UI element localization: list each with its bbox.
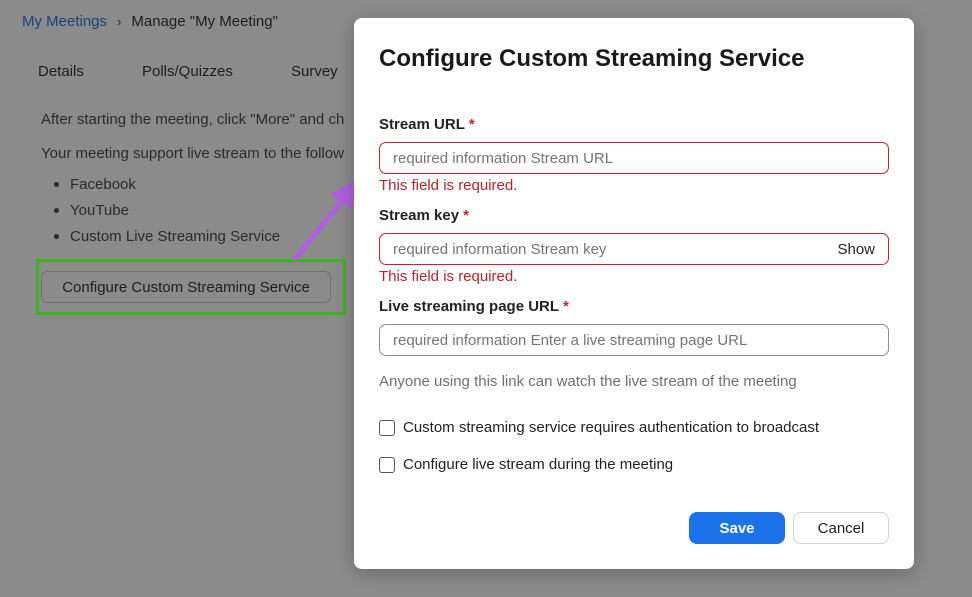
- tab-polls-quizzes[interactable]: Polls/Quizzes: [142, 63, 291, 80]
- streaming-services-list: Facebook YouTube Custom Live Streaming S…: [54, 171, 280, 249]
- configure-custom-streaming-button[interactable]: Configure Custom Streaming Service: [41, 271, 331, 303]
- breadcrumb: My Meetings › Manage "My Meeting": [22, 13, 278, 30]
- stream-key-label: Stream key *: [379, 207, 469, 224]
- instruction-text: After starting the meeting, click "More"…: [41, 111, 345, 128]
- auth-checkbox-row[interactable]: Custom streaming service requires authen…: [379, 419, 819, 436]
- tab-bar: Details Polls/Quizzes Survey: [38, 63, 338, 80]
- page-url-hint: Anyone using this link can watch the liv…: [379, 373, 797, 390]
- page-url-placeholder: required information Enter a live stream…: [393, 331, 748, 349]
- save-button[interactable]: Save: [689, 512, 785, 544]
- tab-survey[interactable]: Survey: [291, 63, 338, 80]
- required-asterisk: *: [468, 116, 475, 133]
- required-asterisk: *: [563, 298, 569, 315]
- list-item: YouTube: [54, 197, 280, 223]
- page-url-label: Live streaming page URL *: [379, 298, 569, 315]
- breadcrumb-separator-icon: ›: [117, 14, 122, 29]
- breadcrumb-current: Manage "My Meeting": [131, 13, 278, 30]
- list-item: Facebook: [54, 171, 280, 197]
- stream-key-placeholder: required information Stream key: [393, 240, 607, 258]
- auth-checkbox[interactable]: [379, 419, 395, 436]
- stream-url-input[interactable]: required information Stream URL: [379, 142, 889, 174]
- stream-url-error: This field is required.: [379, 177, 518, 194]
- page-url-input[interactable]: required information Enter a live stream…: [379, 324, 889, 356]
- configure-during-meeting-label: Configure live stream during the meeting: [403, 456, 674, 473]
- dialog-title: Configure Custom Streaming Service: [379, 45, 805, 72]
- configure-during-meeting-row[interactable]: Configure live stream during the meeting: [379, 456, 673, 473]
- stream-key-input[interactable]: required information Stream key Show: [379, 233, 889, 265]
- required-asterisk: *: [463, 207, 469, 224]
- cancel-button[interactable]: Cancel: [793, 512, 889, 544]
- auth-checkbox-label: Custom streaming service requires authen…: [403, 419, 820, 436]
- configure-streaming-dialog: Configure Custom Streaming Service Strea…: [354, 18, 914, 569]
- bullet-icon: [54, 233, 59, 239]
- show-key-button[interactable]: Show: [837, 241, 875, 258]
- bullet-icon: [54, 181, 59, 187]
- stream-url-placeholder: required information Stream URL: [393, 149, 614, 167]
- configure-during-meeting-checkbox[interactable]: [379, 456, 395, 473]
- support-text: Your meeting support live stream to the …: [41, 145, 344, 162]
- breadcrumb-my-meetings[interactable]: My Meetings: [22, 13, 107, 30]
- list-item: Custom Live Streaming Service: [54, 223, 280, 249]
- stream-key-error: This field is required.: [379, 268, 518, 285]
- bullet-icon: [54, 207, 59, 213]
- tab-details[interactable]: Details: [38, 63, 142, 80]
- stream-url-label: Stream URL *: [379, 116, 475, 133]
